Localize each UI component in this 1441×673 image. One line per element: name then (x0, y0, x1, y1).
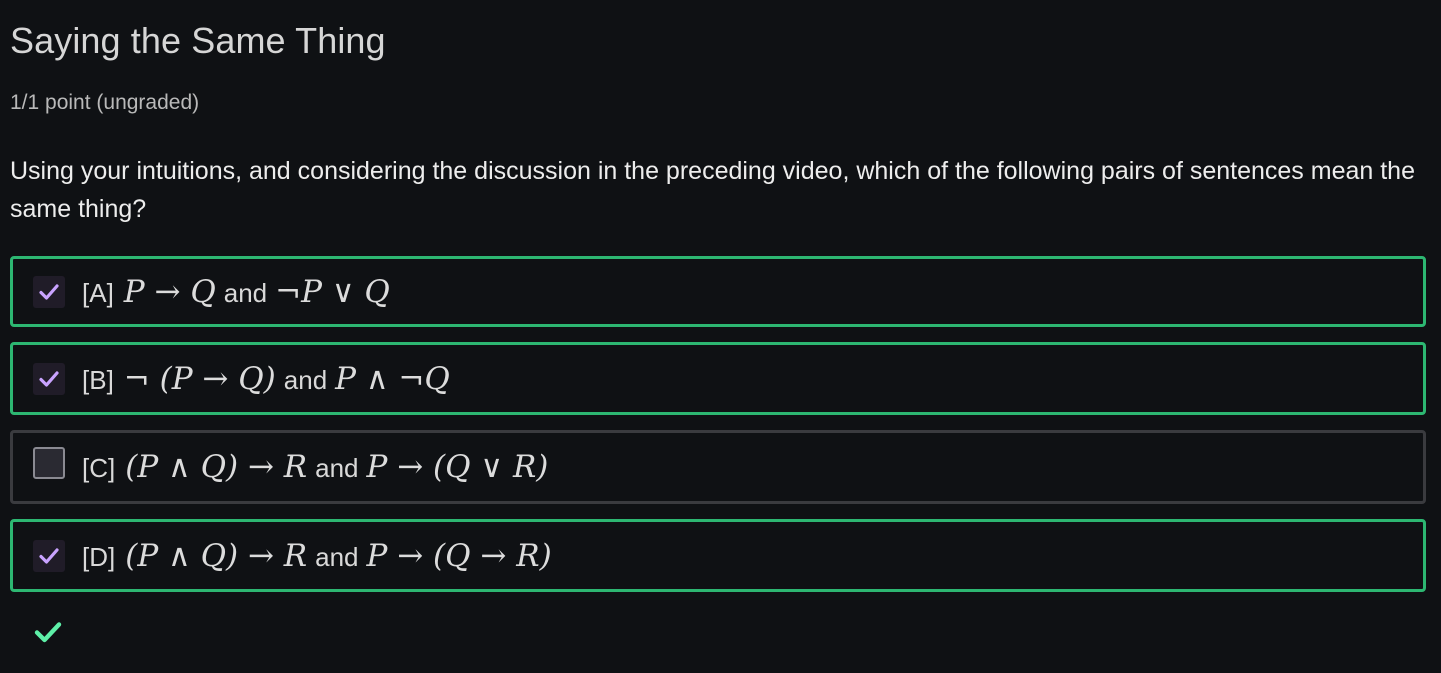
conjunction: and (315, 453, 359, 483)
option-key: [A] (82, 277, 114, 308)
conjunction: and (283, 364, 328, 395)
option-key: [B] (82, 364, 114, 395)
correct-check-icon (34, 622, 62, 643)
math-expression: ¬ (P → Q) (123, 360, 276, 397)
option-b-label: [B] ¬ (P → Q) and P ∧ ¬Q (82, 361, 450, 397)
option-a-label: [A] P → Q and ¬P ∨ Q (82, 274, 390, 310)
option-key: [C] (82, 453, 116, 483)
check-icon (39, 547, 59, 564)
math-expression: ¬P ∨ Q (275, 273, 390, 310)
option-a[interactable]: [A] P → Q and ¬P ∨ Q (10, 256, 1426, 327)
option-key: [D] (82, 541, 116, 572)
page-title: Saying the Same Thing (10, 20, 386, 61)
checkbox-c[interactable] (33, 447, 65, 479)
math-expression: (P ∧ Q) → R (125, 537, 308, 574)
math-expression: P ∧ ¬Q (335, 360, 450, 397)
question-text: Using your intuitions, and considering t… (10, 157, 1415, 223)
option-c-label: [C] (P ∧ Q) → R and P → (Q ∨ R) (82, 449, 548, 485)
check-icon (39, 283, 59, 300)
checkbox-a[interactable] (33, 275, 65, 308)
checkbox-d[interactable] (33, 539, 65, 572)
option-c[interactable]: [C] (P ∧ Q) → R and P → (Q ∨ R) (10, 430, 1426, 504)
checkbox-b[interactable] (33, 362, 65, 395)
points-label: 1/1 point (ungraded) (10, 91, 200, 114)
conjunction: and (223, 277, 268, 308)
option-b[interactable]: [B] ¬ (P → Q) and P ∧ ¬Q (10, 342, 1426, 415)
option-d[interactable]: [D] (P ∧ Q) → R and P → (Q → R) (10, 519, 1426, 592)
check-icon (39, 370, 59, 387)
option-d-label: [D] (P ∧ Q) → R and P → (Q → R) (82, 538, 552, 574)
conjunction: and (315, 541, 359, 572)
math-expression: P → Q (123, 273, 216, 310)
math-expression: (P ∧ Q) → R (125, 449, 308, 485)
math-expression: P → (Q → R) (366, 537, 552, 574)
math-expression: P → (Q ∨ R) (366, 449, 549, 485)
